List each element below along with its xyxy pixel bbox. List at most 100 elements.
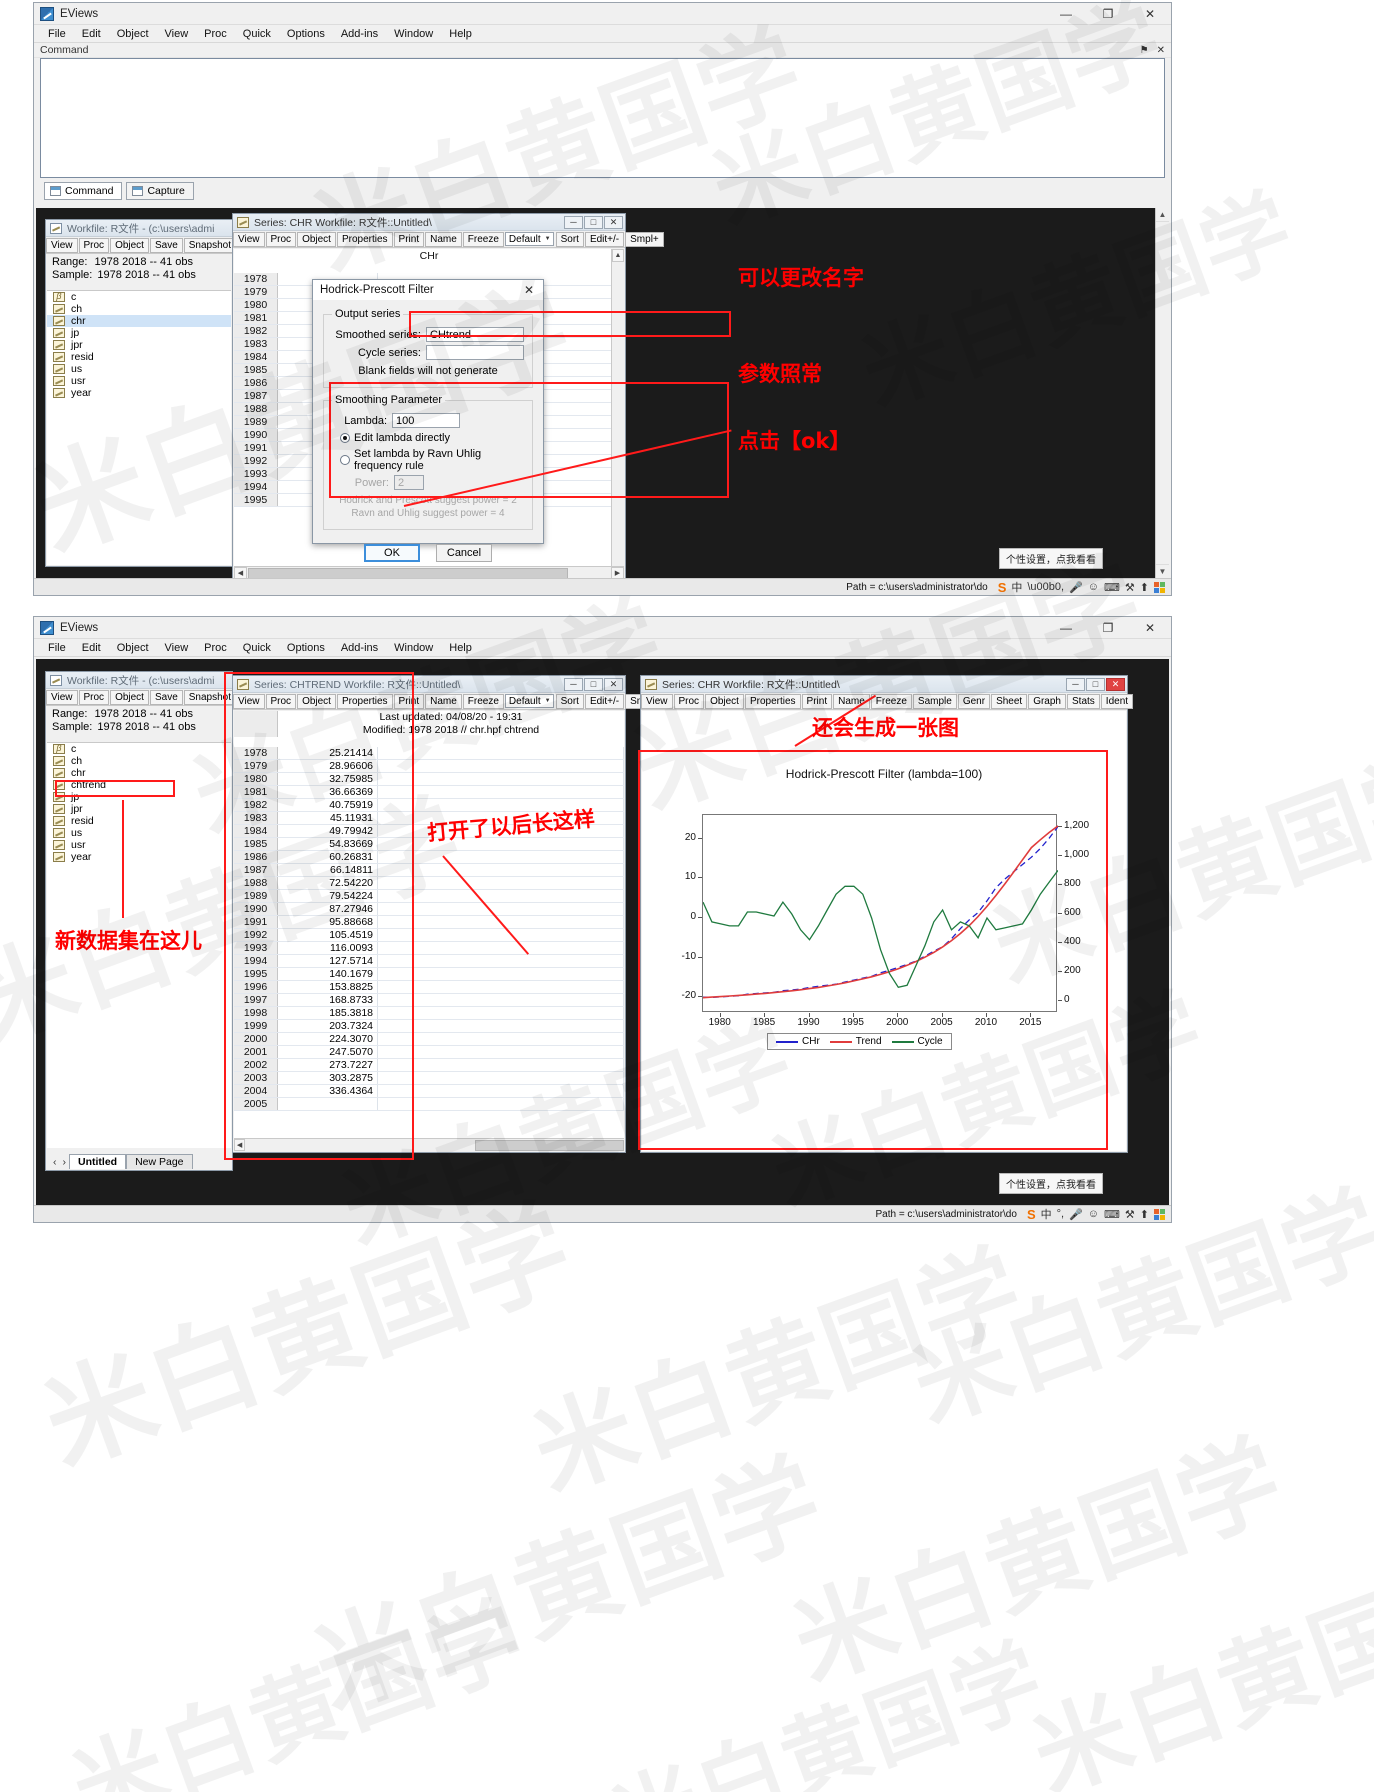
workfile-object-list[interactable]: c ch chr jp jpr resid us usr year bbox=[47, 290, 231, 565]
menu-quick[interactable]: Quick bbox=[235, 642, 279, 654]
menu-view[interactable]: View bbox=[157, 28, 197, 40]
hscroll-thumb[interactable] bbox=[475, 1139, 624, 1151]
wf-snapshot-button[interactable]: Snapshot bbox=[183, 689, 237, 705]
wf-save-button[interactable]: Save bbox=[149, 689, 183, 705]
ct-view-button[interactable]: View bbox=[233, 693, 265, 709]
menu-object[interactable]: Object bbox=[109, 642, 157, 654]
sv-view-button[interactable]: View bbox=[233, 231, 265, 247]
wf-save-button[interactable]: Save bbox=[149, 237, 183, 253]
gw-genr-button[interactable]: Genr bbox=[957, 693, 991, 709]
series-chtrend-sheet[interactable]: Last updated: 04/08/20 - 19:31 Modified:… bbox=[234, 711, 624, 1138]
menu-help[interactable]: Help bbox=[441, 642, 480, 654]
page-prev-icon[interactable]: ‹ bbox=[50, 1156, 60, 1168]
sv-sort-button[interactable]: Sort bbox=[555, 231, 584, 247]
close-button[interactable]: ✕ bbox=[1129, 617, 1171, 638]
ct-proc-button[interactable]: Proc bbox=[265, 693, 297, 709]
wf-view-button[interactable]: View bbox=[46, 237, 78, 253]
scroll-left-arrow-icon[interactable]: ◀ bbox=[234, 1139, 246, 1151]
sv-name-button[interactable]: Name bbox=[425, 231, 462, 247]
chtrend-minimize-button[interactable]: ─ bbox=[564, 677, 583, 691]
minimize-button[interactable]: — bbox=[1045, 617, 1087, 638]
ct-name-button[interactable]: Name bbox=[425, 693, 462, 709]
smiley-icon[interactable]: ☺ bbox=[1088, 581, 1099, 593]
gw-sheet-button[interactable]: Sheet bbox=[991, 693, 1028, 709]
menu-options[interactable]: Options bbox=[279, 28, 333, 40]
page-tab-newpage[interactable]: New Page bbox=[126, 1154, 193, 1169]
ok-button[interactable]: OK bbox=[364, 544, 420, 562]
comma-icon[interactable]: \u00b0, bbox=[1027, 581, 1064, 593]
page-next-icon[interactable]: › bbox=[60, 1156, 70, 1168]
wf-proc-button[interactable]: Proc bbox=[78, 237, 110, 253]
wf-object-button[interactable]: Object bbox=[110, 237, 149, 253]
menu-help[interactable]: Help bbox=[441, 28, 480, 40]
menu-proc[interactable]: Proc bbox=[196, 642, 235, 654]
cancel-button[interactable]: Cancel bbox=[436, 544, 492, 562]
list-item[interactable]: us bbox=[47, 363, 231, 375]
sogou-icon[interactable]: S bbox=[1027, 1207, 1036, 1222]
menu-file[interactable]: File bbox=[40, 642, 74, 654]
series-minimize-button[interactable]: ─ bbox=[564, 215, 583, 229]
menu-addins[interactable]: Add-ins bbox=[333, 28, 386, 40]
graph-minimize-button[interactable]: ─ bbox=[1066, 677, 1085, 691]
menu-object[interactable]: Object bbox=[109, 28, 157, 40]
list-item[interactable]: ch bbox=[47, 755, 231, 767]
maximize-button[interactable]: ❐ bbox=[1087, 617, 1129, 638]
list-item[interactable]: jp bbox=[47, 791, 231, 803]
list-item[interactable]: jpr bbox=[47, 339, 231, 351]
gw-freeze-button[interactable]: Freeze bbox=[870, 693, 912, 709]
list-item[interactable]: c bbox=[47, 743, 231, 755]
ct-view-dropdown[interactable]: Default bbox=[504, 694, 554, 708]
menu-proc[interactable]: Proc bbox=[196, 28, 235, 40]
smiley-icon[interactable]: ☺ bbox=[1088, 1208, 1099, 1220]
ct-sort-button[interactable]: Sort bbox=[555, 693, 584, 709]
page-tab-untitled[interactable]: Untitled bbox=[69, 1154, 127, 1169]
series-maximize-button[interactable]: □ bbox=[584, 215, 603, 229]
chtrend-maximize-button[interactable]: □ bbox=[584, 677, 603, 691]
gw-sample-button[interactable]: Sample bbox=[912, 693, 957, 709]
personalize-tooltip-bottom[interactable]: 个性设置，点我看看 bbox=[999, 1173, 1103, 1194]
menu-window[interactable]: Window bbox=[386, 642, 441, 654]
gw-graph-button[interactable]: Graph bbox=[1028, 693, 1066, 709]
wf-snapshot-button[interactable]: Snapshot bbox=[183, 237, 237, 253]
list-item[interactable]: us bbox=[47, 827, 231, 839]
tab-capture[interactable]: Capture bbox=[126, 182, 194, 200]
gw-ident-button[interactable]: Ident bbox=[1100, 693, 1134, 709]
up-arrow-icon[interactable]: ⬆ bbox=[1140, 1208, 1149, 1221]
list-item[interactable]: resid bbox=[47, 351, 231, 363]
list-item[interactable]: chr bbox=[47, 315, 231, 327]
maximize-button[interactable]: ❐ bbox=[1087, 3, 1129, 24]
workspace-vscrollbar[interactable]: ▲ ▼ bbox=[1155, 208, 1169, 578]
personalize-tooltip-top[interactable]: 个性设置，点我看看 bbox=[999, 548, 1103, 569]
close-button[interactable]: ✕ bbox=[1129, 3, 1171, 24]
keyboard-icon[interactable]: ⌨ bbox=[1104, 1208, 1120, 1221]
wf-object-button[interactable]: Object bbox=[110, 689, 149, 705]
menu-view[interactable]: View bbox=[157, 642, 197, 654]
up-arrow-icon[interactable]: ⬆ bbox=[1140, 581, 1149, 594]
graph-maximize-button[interactable]: □ bbox=[1086, 677, 1105, 691]
scroll-up-arrow-icon[interactable]: ▲ bbox=[612, 249, 624, 262]
list-item[interactable]: usr bbox=[47, 839, 231, 851]
command-input-area[interactable] bbox=[40, 58, 1165, 178]
pin-icon[interactable]: ⚑ bbox=[1140, 45, 1149, 56]
gw-stats-button[interactable]: Stats bbox=[1067, 693, 1100, 709]
gw-print-button[interactable]: Print bbox=[801, 693, 833, 709]
gw-object-button[interactable]: Object bbox=[705, 693, 744, 709]
toolbox-icon[interactable]: ⚒ bbox=[1125, 1208, 1135, 1221]
sv-view-dropdown[interactable]: Default bbox=[504, 232, 554, 246]
scroll-left-arrow-icon[interactable]: ◀ bbox=[234, 567, 247, 578]
ct-print-button[interactable]: Print bbox=[393, 693, 425, 709]
menu-edit[interactable]: Edit bbox=[74, 642, 109, 654]
series-close-button[interactable]: ✕ bbox=[604, 215, 623, 229]
wf-proc-button[interactable]: Proc bbox=[78, 689, 110, 705]
chtrend-close-button[interactable]: ✕ bbox=[604, 677, 623, 691]
sv-editpm-button[interactable]: Edit+/- bbox=[584, 231, 625, 247]
sv-properties-button[interactable]: Properties bbox=[336, 231, 393, 247]
menu-options[interactable]: Options bbox=[279, 642, 333, 654]
menu-file[interactable]: File bbox=[40, 28, 74, 40]
grid-icon[interactable] bbox=[1154, 581, 1165, 593]
scroll-right-arrow-icon[interactable]: ▶ bbox=[611, 567, 624, 578]
comma-icon[interactable]: °, bbox=[1057, 1208, 1064, 1220]
ct-freeze-button[interactable]: Freeze bbox=[462, 693, 504, 709]
list-item[interactable]: year bbox=[47, 851, 231, 863]
radio-edit-lambda[interactable]: Edit lambda directly bbox=[340, 432, 524, 444]
